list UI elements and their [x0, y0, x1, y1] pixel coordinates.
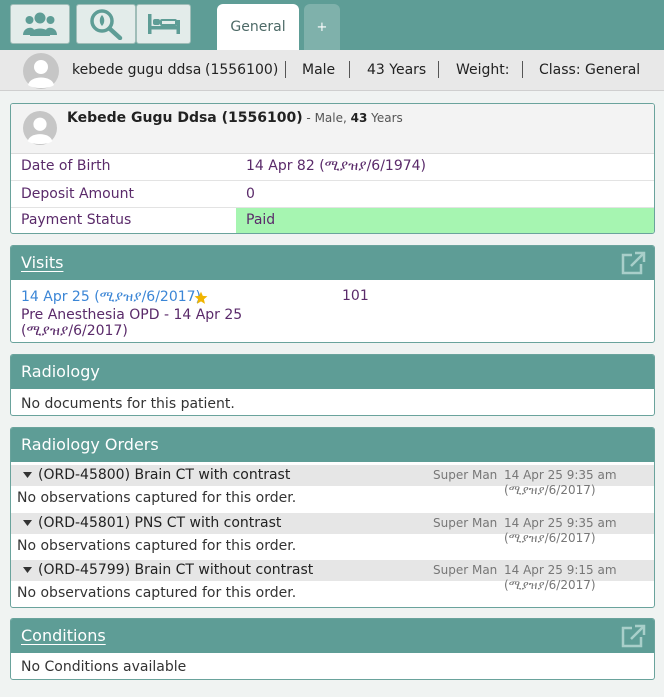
patient-id: (1556100): [205, 62, 279, 78]
deposit-label: Deposit Amount: [21, 186, 134, 202]
payment-status-row: Payment Status Paid: [11, 208, 654, 233]
avatar-icon: [23, 53, 59, 89]
add-tab-button[interactable]: +: [304, 4, 340, 50]
separator: [522, 61, 523, 78]
patient-age: 43 Years: [367, 62, 427, 78]
conditions-title-link[interactable]: Conditions: [21, 626, 106, 645]
separator: [349, 61, 350, 78]
users-icon: [23, 12, 57, 36]
dob-row: Date of Birth 14 Apr 82 (ሚያዝያ/6/1974): [11, 154, 654, 181]
patient-card-age: 43: [350, 111, 368, 125]
radiology-orders-panel: Radiology Orders (ORD-45800) Brain CT wi…: [10, 427, 655, 608]
order-note: No observations captured for this order.: [17, 490, 297, 506]
star-icon: [194, 291, 208, 304]
payment-status-badge: Paid: [236, 208, 654, 233]
radiology-header: Radiology: [11, 355, 654, 389]
patient-card-gender: - Male,: [302, 111, 351, 125]
conditions-panel: Conditions No Conditions available: [10, 618, 655, 680]
order-date-alt: (ሚያዝያ/6/2017): [504, 531, 596, 545]
conditions-header: Conditions: [11, 619, 654, 653]
caret-down-icon[interactable]: [23, 472, 32, 478]
order-provider: Super Man: [433, 516, 498, 530]
order-date-alt: (ሚያዝያ/6/2017): [504, 483, 596, 497]
patient-header: kebede gugu ddsa (1556100) Male 43 Years…: [0, 50, 664, 91]
conditions-empty-text: No Conditions available: [21, 659, 187, 675]
patient-info-panel: Kebede Gugu Ddsa (1556100) - Male, 43 Ye…: [10, 103, 655, 234]
patients-button[interactable]: [10, 4, 70, 44]
avatar-icon: [23, 111, 57, 145]
deposit-value: 0: [246, 186, 255, 202]
separator: [438, 61, 439, 78]
order-note: No observations captured for this order.: [17, 538, 297, 554]
tab-general[interactable]: General: [217, 4, 299, 50]
order-provider: Super Man: [433, 468, 498, 482]
patient-card-title: Kebede Gugu Ddsa (1556100) - Male, 43 Ye…: [67, 110, 403, 126]
visit-item: 14 Apr 25 (ሚያዝያ/6/2017) 101 Pre Anesthes…: [11, 287, 654, 342]
payment-status-label: Payment Status: [21, 212, 132, 228]
order-datetime: 14 Apr 25 9:15 am: [504, 563, 617, 577]
patient-gender: Male: [302, 62, 336, 78]
patient-class: Class: General: [539, 62, 641, 78]
bed-icon: [147, 14, 180, 34]
order-date-alt: (ሚያዝያ/6/2017): [504, 578, 596, 592]
radiology-panel: Radiology No documents for this patient.: [10, 354, 655, 416]
patient-weight: Weight:: [456, 62, 510, 78]
deposit-row: Deposit Amount 0: [11, 181, 654, 208]
caret-down-icon[interactable]: [23, 520, 32, 526]
visits-title-link[interactable]: Visits: [21, 253, 63, 272]
separator: [285, 61, 286, 78]
visit-description-date: (ሚያዝያ/6/2017): [21, 323, 128, 339]
visits-header: Visits: [11, 246, 654, 280]
patient-card-age-unit: Years: [367, 111, 403, 125]
radiology-title: Radiology: [21, 362, 100, 381]
order-datetime: 14 Apr 25 9:35 am: [504, 468, 617, 482]
order-title: (ORD-45800) Brain CT with contrast: [38, 467, 291, 483]
visit-room: 101: [342, 288, 369, 304]
order-datetime: 14 Apr 25 9:35 am: [504, 516, 617, 530]
external-link-icon[interactable]: [620, 251, 646, 275]
radiology-orders-title: Radiology Orders: [21, 435, 159, 454]
radiology-orders-header: Radiology Orders: [11, 428, 654, 462]
radiology-empty-text: No documents for this patient.: [21, 396, 235, 412]
external-link-icon[interactable]: [620, 624, 646, 648]
top-toolbar: General +: [0, 0, 664, 50]
patient-card-name: Kebede Gugu Ddsa (1556100): [67, 110, 303, 126]
caret-down-icon[interactable]: [23, 567, 32, 573]
dob-label: Date of Birth: [21, 158, 111, 174]
visits-panel: Visits 14 Apr 25 (ሚያዝያ/6/2017) 101 Pre A…: [10, 245, 655, 343]
payment-status-value: Paid: [246, 212, 276, 228]
order-title: (ORD-45801) PNS CT with contrast: [38, 515, 282, 531]
dob-value: 14 Apr 82 (ሚያዝያ/6/1974): [246, 158, 427, 174]
order-provider: Super Man: [433, 563, 498, 577]
search-icon: [90, 9, 123, 40]
admission-button[interactable]: [136, 4, 191, 44]
order-note: No observations captured for this order.: [17, 585, 297, 601]
visit-description: Pre Anesthesia OPD - 14 Apr 25: [21, 307, 243, 323]
patient-card-header: Kebede Gugu Ddsa (1556100) - Male, 43 Ye…: [11, 104, 654, 154]
search-patient-button[interactable]: [76, 4, 136, 44]
visit-date-link[interactable]: 14 Apr 25 (ሚያዝያ/6/2017): [21, 289, 201, 305]
order-title: (ORD-45799) Brain CT without contrast: [38, 562, 314, 578]
patient-name: kebede gugu ddsa: [72, 62, 202, 78]
